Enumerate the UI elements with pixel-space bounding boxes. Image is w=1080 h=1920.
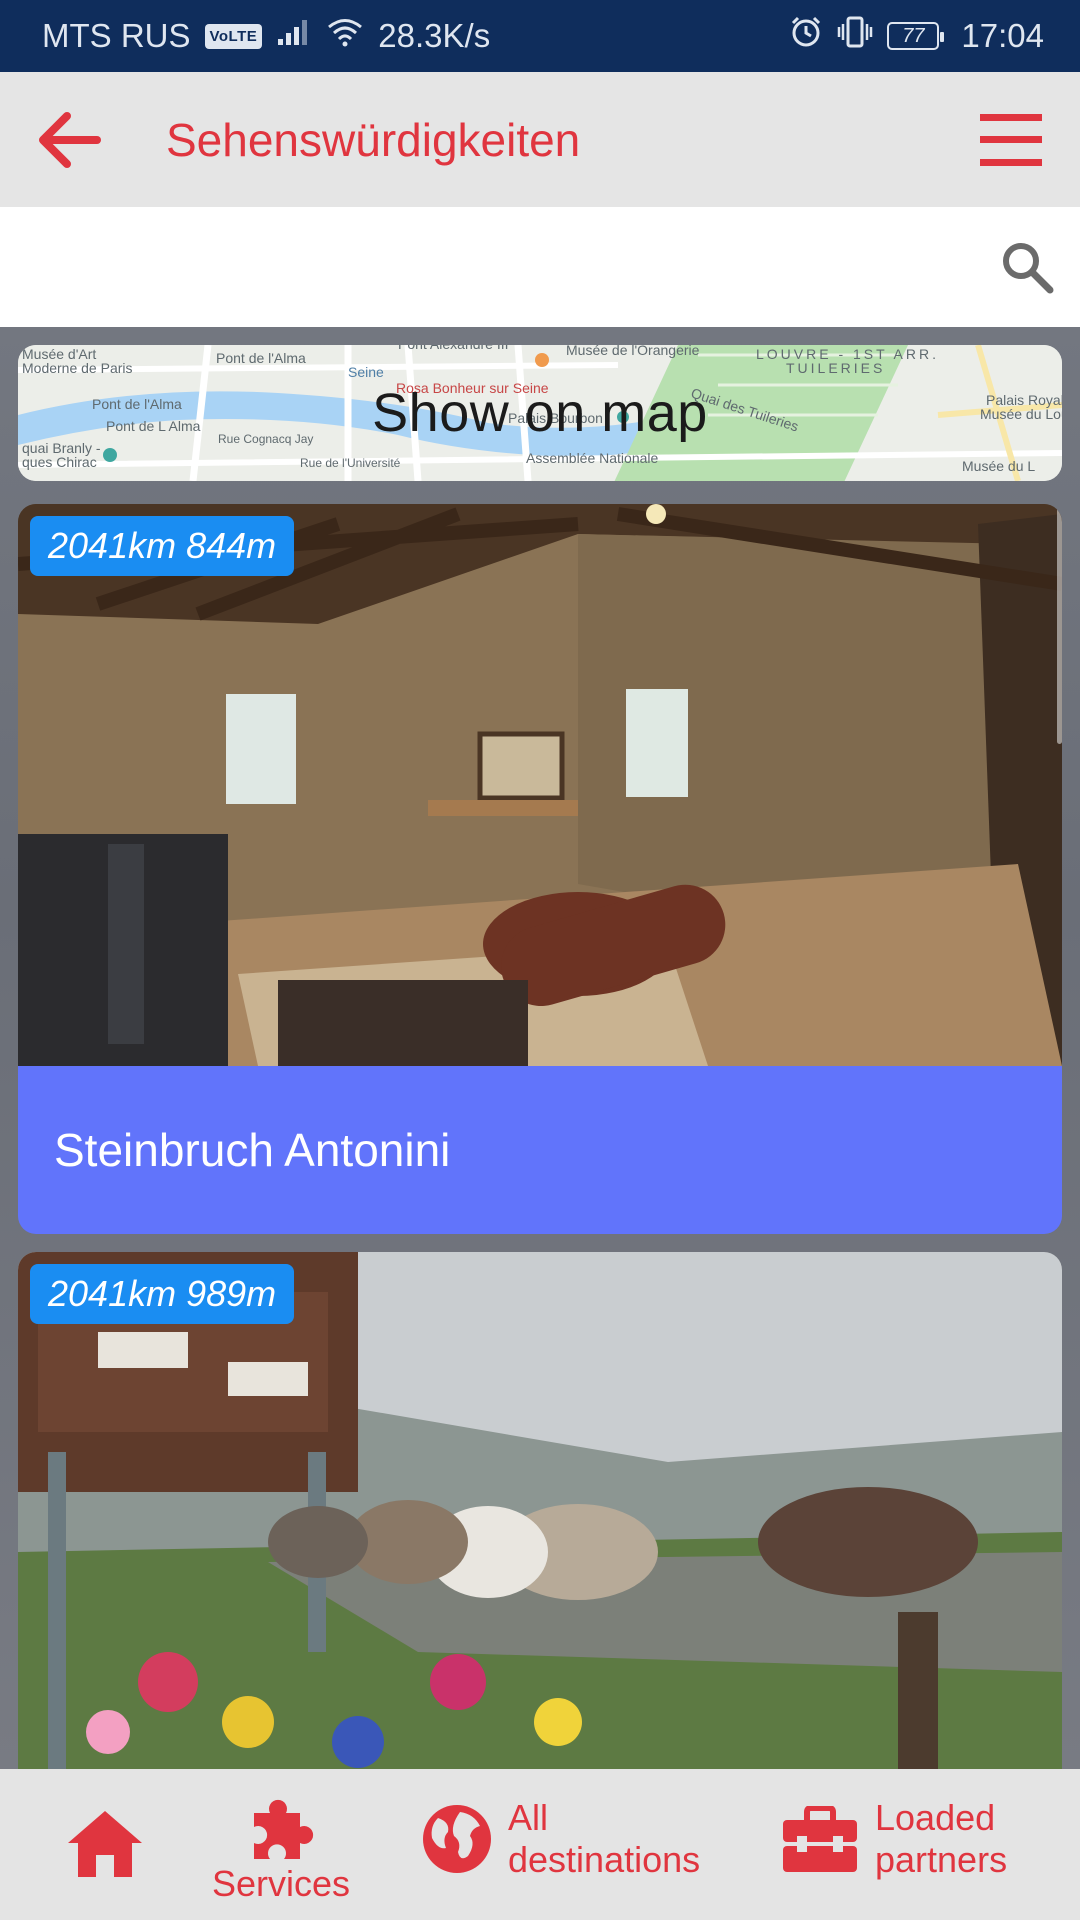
scrollbar[interactable] [1057, 504, 1062, 744]
nav-home[interactable] [68, 1809, 142, 1877]
search-icon [1003, 243, 1054, 294]
place-card[interactable]: 2041km 844m Steinbruch Antonini [18, 504, 1062, 1234]
nav-destinations-label: All destinations [508, 1797, 700, 1881]
place-title: Steinbruch Antonini [18, 1066, 1062, 1234]
nav-services-label: Services [212, 1863, 351, 1904]
nav-destinations-label-line1: All [508, 1797, 549, 1838]
clock-time: 17:04 [961, 17, 1044, 54]
hamburger-menu-icon [980, 113, 1042, 166]
wifi-icon [326, 17, 364, 55]
network-speed: 28.3K/s [378, 17, 491, 54]
globe-icon [423, 1805, 491, 1873]
status-left: MTS RUS VoLTE 28.3K/s [42, 17, 490, 55]
nav-partners-label-line1: Loaded [875, 1797, 996, 1838]
nav-destinations-label-line2: destinations [508, 1839, 701, 1880]
signal-icon [276, 17, 312, 55]
place-photo [18, 1252, 1062, 1769]
menu-button[interactable] [978, 107, 1044, 173]
toolbox-icon [783, 1806, 857, 1872]
back-button[interactable] [36, 107, 102, 173]
place-photo [18, 504, 1062, 1066]
status-right: 77 17:04 [789, 15, 1044, 57]
nav-all-destinations[interactable]: All destinations [420, 1797, 700, 1881]
carrier-name: MTS RUS [42, 17, 191, 54]
search-bar [0, 207, 1080, 327]
puzzle-icon [254, 1799, 314, 1859]
arrow-left-icon [39, 111, 101, 168]
distance-badge: 2041km 844m [30, 516, 295, 576]
battery-icon: 77 [887, 22, 945, 50]
app-bar: Sehenswürdigkeiten [0, 72, 1080, 207]
distance-badge: 2041km 989m [30, 1264, 295, 1324]
nav-partners-label-line2: partners [875, 1839, 1008, 1880]
place-card[interactable]: 2041km 989m [18, 1252, 1062, 1769]
bottom-navigation: Services All destinations Loaded partner… [0, 1769, 1080, 1920]
show-on-map-card[interactable]: Musée d'Art Moderne de Paris Pont de l'A… [18, 345, 1062, 481]
alarm-icon [789, 15, 823, 57]
status-bar: MTS RUS VoLTE 28.3K/s 77 17:04 [0, 0, 1080, 72]
home-icon [68, 1811, 142, 1877]
page-title: Sehenswürdigkeiten [166, 113, 581, 166]
show-on-map-label: Show on map [372, 383, 708, 443]
nav-partners-label: Loaded partners [875, 1797, 1007, 1881]
places-list: Musée d'Art Moderne de Paris Pont de l'A… [0, 327, 1080, 1769]
volte-badge: VoLTE [204, 23, 263, 49]
search-button[interactable] [996, 236, 1058, 298]
nav-services[interactable]: Services [212, 1799, 350, 1905]
search-input[interactable] [30, 232, 960, 302]
nav-loaded-partners[interactable]: Loaded partners [783, 1797, 1007, 1881]
vibrate-icon [837, 16, 873, 56]
